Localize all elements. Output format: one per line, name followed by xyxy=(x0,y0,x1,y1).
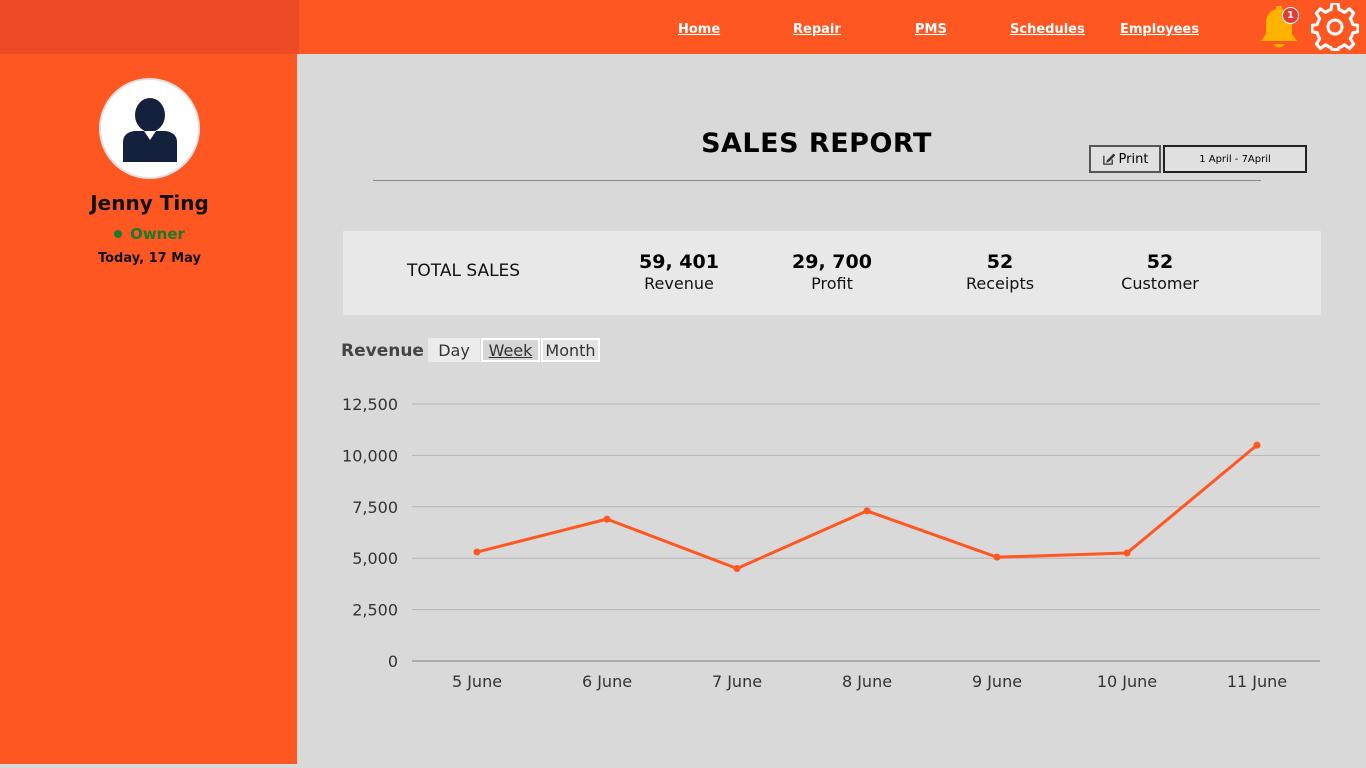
user-silhouette-icon xyxy=(123,98,177,162)
data-point xyxy=(473,548,481,556)
data-point xyxy=(603,515,611,523)
y-tick-label: 2,500 xyxy=(352,601,398,620)
y-tick-label: 12,500 xyxy=(342,395,398,414)
x-tick-label: 11 June xyxy=(1227,672,1287,691)
stat-value: 59, 401 xyxy=(639,251,719,273)
current-date: Today, 17 May xyxy=(97,251,202,266)
data-point xyxy=(733,564,741,572)
data-point xyxy=(1253,441,1261,449)
stat-value: 29, 700 xyxy=(792,251,872,273)
x-tick-label: 5 June xyxy=(452,672,502,691)
stat-label: Revenue xyxy=(644,274,714,293)
nav-link-pms[interactable]: PMS xyxy=(915,22,947,37)
stat-receipts: 52 Receipts xyxy=(930,251,1070,295)
y-tick-label: 5,000 xyxy=(352,549,398,568)
avatar[interactable] xyxy=(99,78,200,179)
topbar-left-block xyxy=(0,0,299,54)
print-label: Print xyxy=(1118,151,1149,167)
y-tick-label: 7,500 xyxy=(352,498,398,517)
stat-value: 52 xyxy=(1146,251,1174,273)
user-role-label: Owner xyxy=(130,225,185,243)
total-sales-label: TOTAL SALES xyxy=(407,261,521,281)
period-tab-month[interactable]: Month xyxy=(541,338,600,362)
stat-label: Profit xyxy=(811,274,853,293)
nav-link-employees[interactable]: Employees xyxy=(1120,22,1199,37)
x-tick-label: 10 June xyxy=(1097,672,1157,691)
period-tab-week[interactable]: Week xyxy=(481,338,540,362)
nav-link-home[interactable]: Home xyxy=(678,22,720,37)
stat-revenue: 59, 401 Revenue xyxy=(609,251,749,295)
total-sales-summary: TOTAL SALES 59, 401 Revenue 29, 700 Prof… xyxy=(343,231,1321,315)
nav-link-repair[interactable]: Repair xyxy=(793,22,841,37)
x-tick-label: 9 June xyxy=(972,672,1022,691)
stat-profit: 29, 700 Profit xyxy=(762,251,902,295)
gear-icon[interactable] xyxy=(1311,3,1359,51)
page-title: SALES REPORT xyxy=(701,128,932,159)
x-tick-label: 8 June xyxy=(842,672,892,691)
stat-value: 52 xyxy=(986,251,1014,273)
title-divider xyxy=(373,180,1261,181)
stat-label: Receipts xyxy=(965,274,1035,293)
x-tick-label: 6 June xyxy=(582,672,632,691)
x-tick-label: 7 June xyxy=(712,672,762,691)
nav-link-schedules[interactable]: Schedules xyxy=(1010,22,1085,37)
revenue-line-chart: 0 2,500 5,000 7,500 10,000 12,500 5 June 6 June… xyxy=(342,395,1320,691)
revenue-label: Revenue xyxy=(341,341,424,361)
edit-icon xyxy=(1102,153,1115,165)
stat-label: Customer xyxy=(1121,274,1199,293)
user-name: Jenny Ting xyxy=(90,191,209,215)
period-tab-day[interactable]: Day xyxy=(428,338,480,362)
data-point xyxy=(1123,549,1131,557)
online-status-dot xyxy=(114,230,123,238)
print-button[interactable]: Print xyxy=(1089,145,1161,173)
data-point xyxy=(863,507,871,515)
notification-badge: 1 xyxy=(1282,7,1299,24)
y-tick-label: 0 xyxy=(388,652,398,671)
date-range-selector[interactable]: 1 April - 7April xyxy=(1163,145,1307,173)
data-point xyxy=(993,553,1001,561)
stat-customer: 52 Customer xyxy=(1090,251,1230,295)
y-tick-label: 10,000 xyxy=(342,446,398,465)
user-role: Owner xyxy=(0,225,299,243)
